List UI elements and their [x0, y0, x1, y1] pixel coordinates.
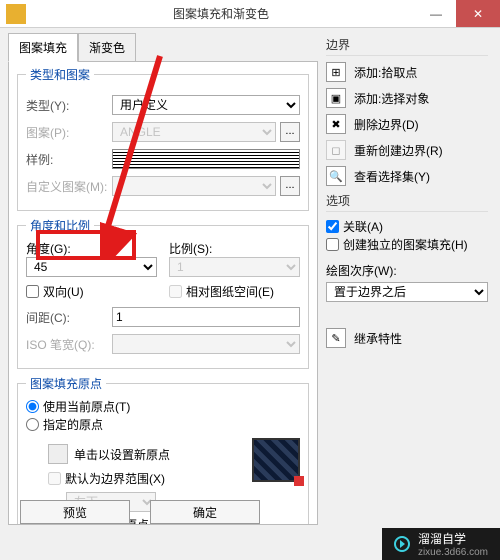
set-origin-icon — [48, 444, 68, 464]
sample-preview[interactable] — [112, 149, 300, 169]
pattern-label: 图案(P): — [26, 124, 112, 141]
close-button[interactable]: ✕ — [456, 0, 500, 27]
highlight-box — [36, 230, 136, 260]
preview-button[interactable]: 预览 — [20, 500, 130, 524]
view-selection-label[interactable]: 查看选择集(Y) — [354, 168, 430, 185]
delete-boundary-label[interactable]: 删除边界(D) — [354, 116, 419, 133]
associative-checkbox[interactable] — [326, 220, 339, 233]
origin-specified-radio[interactable] — [26, 418, 39, 431]
independent-label: 创建独立的图案填充(H) — [343, 236, 468, 253]
draw-order-select[interactable]: 置于边界之后 — [326, 282, 488, 302]
angle-select[interactable]: 45 — [26, 257, 157, 277]
delete-boundary-icon[interactable]: ✖ — [326, 114, 346, 134]
origin-specified-label: 指定的原点 — [43, 416, 103, 433]
pick-point-icon[interactable]: ⊞ — [326, 62, 346, 82]
associative-label: 关联(A) — [343, 218, 383, 235]
custom-pattern-label: 自定义图案(M): — [26, 178, 112, 195]
tab-gradient[interactable]: 渐变色 — [78, 33, 136, 62]
origin-hatch-preview — [252, 438, 300, 482]
recreate-boundary-label: 重新创建边界(R) — [354, 142, 443, 159]
recreate-boundary-icon: ◻ — [326, 140, 346, 160]
type-label: 类型(Y): — [26, 97, 112, 114]
type-pattern-group: 类型和图案 类型(Y): 用户定义 图案(P): ANGLE ... 样例: 自… — [17, 66, 309, 211]
ok-button[interactable]: 确定 — [150, 500, 260, 524]
iso-pen-label: ISO 笔宽(Q): — [26, 336, 112, 353]
tab-pattern-fill[interactable]: 图案填充 — [8, 33, 78, 62]
sample-label: 样例: — [26, 151, 112, 168]
paperspace-checkbox — [169, 285, 182, 298]
view-selection-icon[interactable]: 🔍 — [326, 166, 346, 186]
add-select-label[interactable]: 添加:选择对象 — [354, 90, 429, 107]
select-object-icon[interactable]: ▣ — [326, 88, 346, 108]
app-icon — [6, 4, 26, 24]
inherit-icon[interactable]: ✎ — [326, 328, 346, 348]
brand-name: 溜溜自学 — [418, 530, 488, 547]
minimize-button[interactable]: — — [416, 0, 456, 27]
scale-label: 比例(S): — [169, 242, 212, 256]
independent-checkbox[interactable] — [326, 238, 339, 251]
bidirectional-checkbox[interactable] — [26, 285, 39, 298]
set-origin-label: 单击以设置新原点 — [74, 446, 170, 463]
origin-current-radio[interactable] — [26, 400, 39, 413]
bidirectional-label: 双向(U) — [43, 283, 84, 300]
iso-pen-select — [112, 334, 300, 354]
custom-pattern-select — [112, 176, 276, 196]
brand-url: zixue.3d66.com — [418, 547, 488, 558]
paperspace-label: 相对图纸空间(E) — [186, 283, 274, 300]
add-pick-label[interactable]: 添加:拾取点 — [354, 64, 417, 81]
pattern-select: ANGLE — [112, 122, 276, 142]
custom-browse-button[interactable]: ... — [280, 176, 300, 196]
default-bound-checkbox — [48, 472, 61, 485]
brand-watermark: 溜溜自学 zixue.3d66.com — [382, 528, 500, 560]
type-pattern-legend: 类型和图案 — [26, 66, 94, 83]
options-heading: 选项 — [326, 192, 488, 212]
scale-select: 1 — [169, 257, 300, 277]
play-icon — [394, 536, 410, 552]
inherit-label[interactable]: 继承特性 — [354, 330, 402, 347]
default-bound-label: 默认为边界范围(X) — [65, 470, 165, 487]
origin-legend: 图案填充原点 — [26, 375, 106, 392]
window-title: 图案填充和渐变色 — [26, 5, 416, 22]
origin-current-label: 使用当前原点(T) — [43, 398, 130, 415]
pattern-browse-button[interactable]: ... — [280, 122, 300, 142]
draw-order-label: 绘图次序(W): — [326, 262, 488, 279]
boundary-heading: 边界 — [326, 36, 488, 56]
type-select[interactable]: 用户定义 — [112, 95, 300, 115]
spacing-label: 间距(C): — [26, 309, 112, 326]
spacing-input[interactable] — [112, 307, 300, 327]
